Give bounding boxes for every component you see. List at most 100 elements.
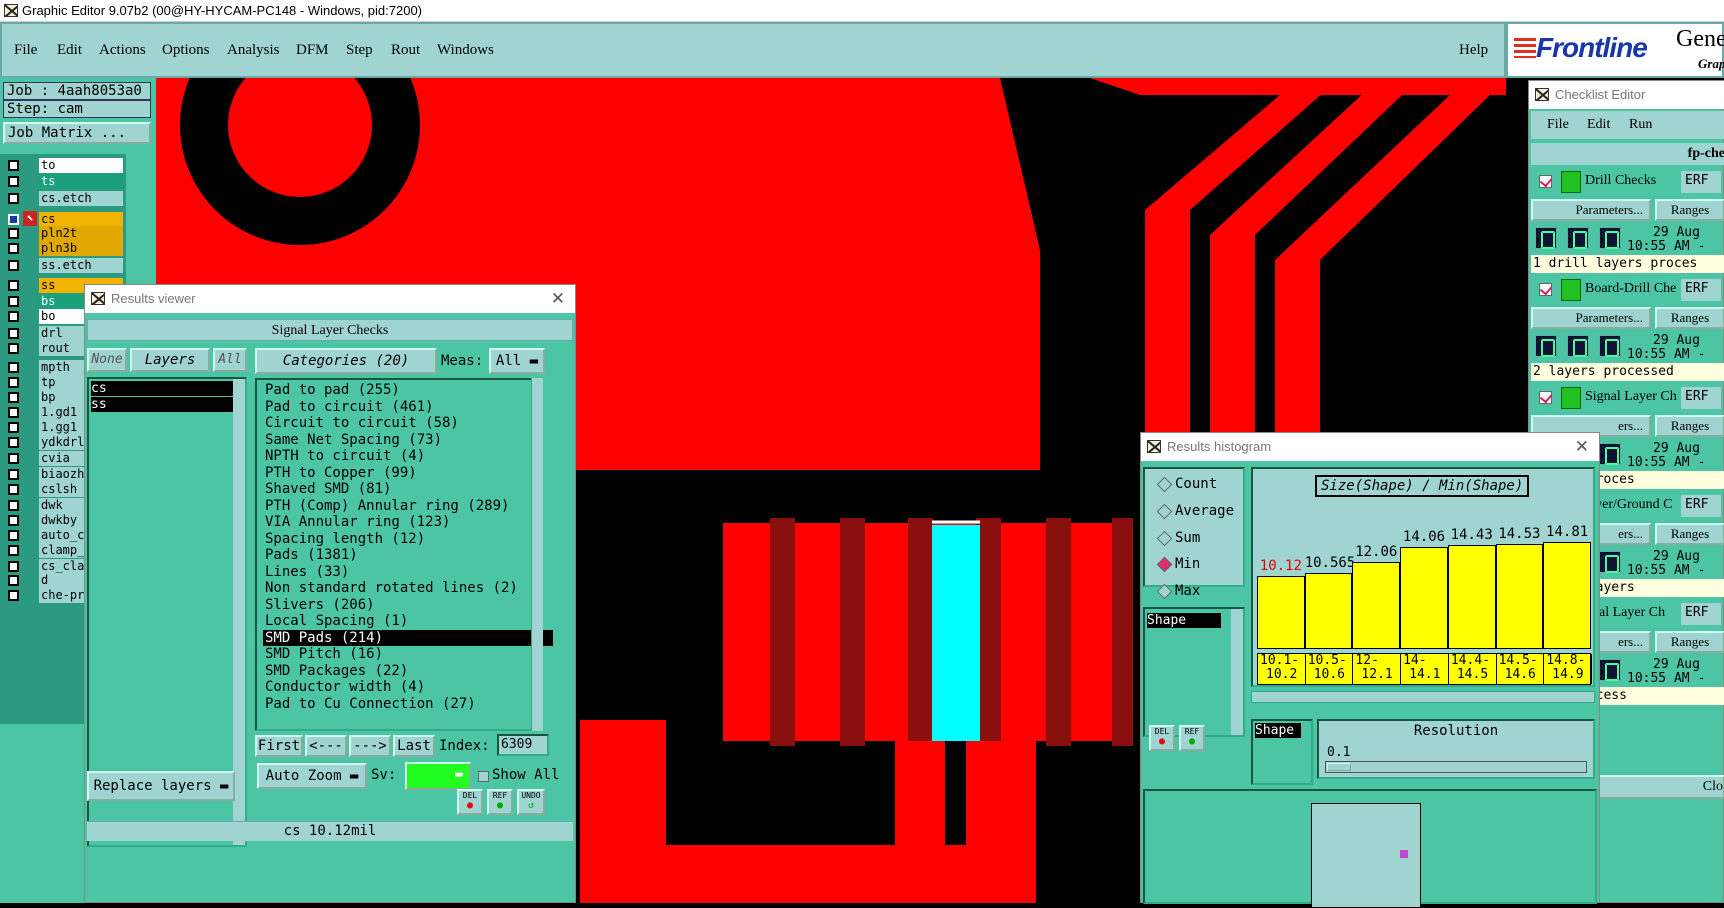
category-item[interactable]: Circuit to circuit (58): [263, 415, 553, 431]
categories-button[interactable]: Categories (20): [255, 348, 437, 374]
chart-scrollbar[interactable]: [1251, 691, 1595, 703]
meas-dropdown[interactable]: All ▬: [489, 348, 545, 374]
mode-min[interactable]: Min: [1155, 553, 1200, 575]
layer-checkbox[interactable]: [8, 575, 19, 586]
ranges-button[interactable]: Ranges: [1655, 415, 1724, 437]
hist-del-button[interactable]: DEL ●: [1149, 725, 1175, 751]
run-icon[interactable]: [1535, 335, 1557, 357]
layer-checkbox[interactable]: [8, 500, 19, 511]
hist-ref-button[interactable]: REF ●: [1179, 725, 1205, 751]
layer-checkbox[interactable]: [8, 561, 19, 572]
run-icon[interactable]: [1535, 227, 1557, 249]
layer-checkbox[interactable]: [8, 176, 19, 187]
menu-help[interactable]: Help: [1459, 42, 1488, 59]
field-shape[interactable]: Shape: [1147, 613, 1221, 628]
layer-checkbox[interactable]: [8, 545, 19, 556]
menu-edit[interactable]: Edit: [57, 42, 82, 59]
layer-checkbox[interactable]: [8, 228, 19, 239]
menu-rout[interactable]: Rout: [391, 42, 420, 59]
layer-checkbox[interactable]: [8, 453, 19, 464]
erf-button[interactable]: ERF: [1681, 279, 1721, 301]
resolution-slider-thumb[interactable]: [1327, 763, 1351, 771]
category-item[interactable]: SMD Pads (214): [263, 629, 553, 646]
category-item[interactable]: NPTH to circuit (4): [263, 448, 553, 464]
layer-result-ss[interactable]: ss: [91, 397, 233, 412]
histogram-bar[interactable]: [1352, 561, 1401, 649]
last-button[interactable]: Last: [393, 735, 435, 757]
category-item[interactable]: Non standard rotated lines (2): [263, 580, 553, 596]
layer-checkbox[interactable]: [8, 260, 19, 271]
layers-button[interactable]: Layers: [130, 348, 210, 372]
parameters-button[interactable]: Parameters...: [1531, 307, 1651, 329]
category-item[interactable]: Local Spacing (1): [263, 613, 553, 629]
category-item[interactable]: Spacing length (12): [263, 531, 553, 547]
menu-file[interactable]: File: [14, 42, 37, 59]
checklist-menu-run[interactable]: Run: [1629, 117, 1652, 133]
layer-checkbox[interactable]: [8, 484, 19, 495]
index-input[interactable]: 6309: [497, 734, 549, 756]
layer-checkbox[interactable]: [8, 296, 19, 307]
run-icon[interactable]: [1599, 443, 1621, 465]
mode-count[interactable]: Count: [1155, 473, 1217, 495]
run-icon[interactable]: [1599, 659, 1621, 681]
category-item[interactable]: Pad to Cu Connection (27): [263, 696, 553, 712]
layer-row-pln3b[interactable]: pln3b: [6, 241, 124, 257]
layer-checkbox[interactable]: [8, 377, 19, 388]
categories-scrollbar[interactable]: [531, 378, 543, 731]
resolution-slider[interactable]: [1325, 761, 1587, 773]
menu-actions[interactable]: Actions: [99, 42, 146, 59]
job-matrix-button[interactable]: Job Matrix ...: [3, 122, 151, 144]
run-icon[interactable]: [1599, 227, 1621, 249]
menu-step[interactable]: Step: [346, 42, 373, 59]
histogram-bar[interactable]: [1447, 544, 1496, 649]
undo-button[interactable]: UNDO ↺: [517, 789, 545, 815]
menu-dfm[interactable]: DFM: [296, 42, 329, 59]
erf-button[interactable]: ERF: [1681, 171, 1721, 193]
layer-checkbox[interactable]: [8, 422, 19, 433]
category-item[interactable]: Slivers (206): [263, 597, 553, 613]
mode-average[interactable]: Average: [1155, 500, 1234, 522]
run-icon[interactable]: [1567, 335, 1589, 357]
menu-options[interactable]: Options: [162, 42, 210, 59]
layer-checkbox[interactable]: [8, 193, 19, 204]
checklist-menu-edit[interactable]: Edit: [1587, 117, 1610, 133]
erf-button[interactable]: ERF: [1681, 603, 1721, 625]
layer-checkbox[interactable]: [8, 469, 19, 480]
histogram-bar[interactable]: [1257, 575, 1305, 649]
erf-button[interactable]: ERF: [1681, 387, 1721, 409]
none-button[interactable]: None: [87, 348, 127, 372]
histogram-bar[interactable]: [1495, 543, 1544, 649]
layer-checkbox[interactable]: [8, 362, 19, 373]
close-button[interactable]: Clo: [1589, 775, 1724, 799]
shape-list-item[interactable]: Shape: [1255, 723, 1301, 738]
replace-layers-dropdown[interactable]: Replace layers ▬: [87, 771, 235, 801]
run-icon[interactable]: [1567, 227, 1589, 249]
layer-row-to[interactable]: to: [6, 158, 124, 174]
del-button[interactable]: DEL ●: [457, 789, 483, 815]
ranges-button[interactable]: Ranges: [1655, 307, 1724, 329]
prev-button[interactable]: <---: [305, 735, 347, 757]
layer-checkbox[interactable]: [8, 311, 19, 322]
first-button[interactable]: First: [255, 735, 303, 757]
category-item[interactable]: Same Net Spacing (73): [263, 432, 553, 448]
auto-zoom-dropdown[interactable]: Auto Zoom ▬: [257, 763, 367, 789]
category-item[interactable]: VIA Annular ring (123): [263, 514, 553, 530]
category-item[interactable]: SMD Packages (22): [263, 663, 553, 679]
checklist-menu-file[interactable]: File: [1547, 117, 1569, 133]
ranges-button[interactable]: Ranges: [1655, 523, 1724, 545]
category-item[interactable]: SMD Pitch (16): [263, 646, 553, 662]
run-icon[interactable]: [1599, 335, 1621, 357]
menu-analysis[interactable]: Analysis: [227, 42, 280, 59]
mode-max[interactable]: Max: [1155, 580, 1200, 602]
layer-row-cs.etch[interactable]: cs.etch: [6, 191, 124, 207]
layer-checkbox[interactable]: [8, 243, 19, 254]
layer-checkbox[interactable]: [8, 392, 19, 403]
layer-checkbox[interactable]: [8, 343, 19, 354]
category-item[interactable]: Lines (33): [263, 564, 553, 580]
layer-row-ss.etch[interactable]: ss.etch: [6, 258, 124, 274]
erf-button[interactable]: ERF: [1681, 495, 1721, 517]
category-item[interactable]: PTH (Comp) Annular ring (289): [263, 498, 553, 514]
layer-checkbox[interactable]: [8, 515, 19, 526]
histogram-bar[interactable]: [1543, 541, 1591, 649]
close-icon[interactable]: ✕: [1575, 433, 1589, 461]
